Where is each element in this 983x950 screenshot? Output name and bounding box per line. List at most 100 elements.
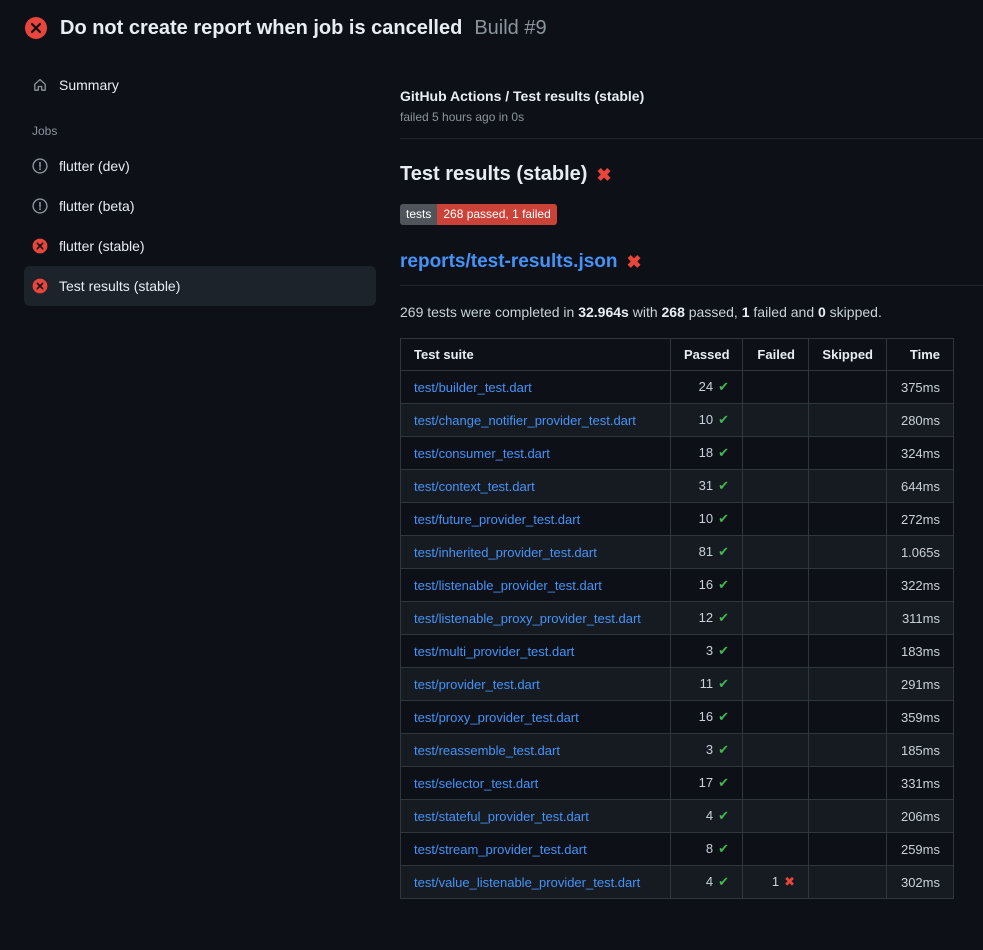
summary-label: Summary bbox=[59, 77, 119, 93]
divider bbox=[400, 138, 983, 139]
sidebar-item-flutter-dev[interactable]: flutter (dev) bbox=[24, 146, 376, 186]
time-cell: 185ms bbox=[887, 734, 954, 767]
skipped-cell bbox=[809, 866, 887, 899]
badge-label: tests bbox=[400, 204, 437, 225]
x-circle-icon bbox=[32, 238, 48, 254]
build-header: Do not create report when job is cancell… bbox=[0, 0, 983, 48]
passed-cell: 3✔ bbox=[671, 635, 743, 668]
table-row: test/listenable_provider_test.dart16✔322… bbox=[401, 569, 954, 602]
time-cell: 324ms bbox=[887, 437, 954, 470]
sidebar-item-flutter-beta[interactable]: flutter (beta) bbox=[24, 186, 376, 226]
test-suite-link[interactable]: test/stream_provider_test.dart bbox=[414, 842, 587, 857]
test-suite-link[interactable]: test/proxy_provider_test.dart bbox=[414, 710, 579, 725]
suite-cell: test/listenable_proxy_provider_test.dart bbox=[401, 602, 671, 635]
passed-count: 8 bbox=[706, 841, 713, 856]
suite-cell: test/value_listenable_provider_test.dart bbox=[401, 866, 671, 899]
failed-cell bbox=[743, 635, 809, 668]
table-row: test/listenable_proxy_provider_test.dart… bbox=[401, 602, 954, 635]
passed-count: 81 bbox=[699, 544, 713, 559]
table-row: test/inherited_provider_test.dart81✔1.06… bbox=[401, 536, 954, 569]
x-icon: ✖ bbox=[784, 874, 795, 889]
suite-cell: test/proxy_provider_test.dart bbox=[401, 701, 671, 734]
skipped-cell bbox=[809, 668, 887, 701]
report-file-link[interactable]: reports/test-results.json bbox=[400, 251, 618, 273]
summary-bold-value: 32.964s bbox=[578, 304, 629, 320]
x-circle-icon bbox=[32, 278, 48, 294]
test-suite-link[interactable]: test/builder_test.dart bbox=[414, 380, 532, 395]
page-title: Do not create report when job is cancell… bbox=[60, 17, 462, 40]
test-suite-link[interactable]: test/multi_provider_test.dart bbox=[414, 644, 574, 659]
check-icon: ✔ bbox=[718, 709, 729, 724]
time-cell: 331ms bbox=[887, 767, 954, 800]
passed-count: 24 bbox=[699, 379, 713, 394]
test-suite-link[interactable]: test/future_provider_test.dart bbox=[414, 512, 580, 527]
passed-cell: 8✔ bbox=[671, 833, 743, 866]
passed-cell: 16 ✔ bbox=[671, 701, 743, 734]
suite-cell: test/stateful_provider_test.dart bbox=[401, 800, 671, 833]
time-cell: 322ms bbox=[887, 569, 954, 602]
passed-cell: 10✔ bbox=[671, 503, 743, 536]
job-label: flutter (beta) bbox=[59, 198, 134, 214]
x-circle-fill-icon bbox=[24, 16, 48, 40]
check-icon: ✔ bbox=[718, 841, 729, 856]
test-suite-link[interactable]: test/listenable_provider_test.dart bbox=[414, 578, 602, 593]
run-status-line: failed 5 hours ago in 0s bbox=[400, 110, 983, 124]
sidebar-item-test-results-stable[interactable]: Test results (stable) bbox=[24, 266, 376, 306]
table-header-row: Test suitePassedFailedSkippedTime bbox=[401, 339, 954, 371]
test-suite-link[interactable]: test/provider_test.dart bbox=[414, 677, 540, 692]
test-suite-link[interactable]: test/context_test.dart bbox=[414, 479, 535, 494]
passed-cell: 24✔ bbox=[671, 371, 743, 404]
passed-count: 3 bbox=[706, 643, 713, 658]
suite-cell: test/multi_provider_test.dart bbox=[401, 635, 671, 668]
skipped-cell bbox=[809, 371, 887, 404]
breadcrumb: GitHub Actions / Test results (stable) bbox=[400, 88, 983, 104]
skipped-cell bbox=[809, 635, 887, 668]
suite-cell: test/reassemble_test.dart bbox=[401, 734, 671, 767]
test-suite-link[interactable]: test/stateful_provider_test.dart bbox=[414, 809, 589, 824]
suite-cell: test/stream_provider_test.dart bbox=[401, 833, 671, 866]
summary-bold-value: 268 bbox=[662, 304, 685, 320]
table-row: test/stream_provider_test.dart8✔259ms bbox=[401, 833, 954, 866]
test-suite-link[interactable]: test/inherited_provider_test.dart bbox=[414, 545, 597, 560]
skipped-cell bbox=[809, 569, 887, 602]
passed-count: 10 bbox=[699, 511, 713, 526]
section-title-text: Test results (stable) bbox=[400, 163, 587, 186]
passed-count: 16 bbox=[699, 709, 713, 724]
time-cell: 291ms bbox=[887, 668, 954, 701]
time-cell: 280ms bbox=[887, 404, 954, 437]
table-row: test/consumer_test.dart 18✔ 324ms bbox=[401, 437, 954, 470]
test-suite-link[interactable]: test/reassemble_test.dart bbox=[414, 743, 560, 758]
passed-cell: 18✔ bbox=[671, 437, 743, 470]
test-suite-link[interactable]: test/change_notifier_provider_test.dart bbox=[414, 413, 636, 428]
skipped-cell bbox=[809, 833, 887, 866]
check-icon: ✔ bbox=[718, 610, 729, 625]
test-suite-link[interactable]: test/value_listenable_provider_test.dart bbox=[414, 875, 640, 890]
check-icon: ✔ bbox=[718, 874, 729, 889]
test-suite-link[interactable]: test/listenable_proxy_provider_test.dart bbox=[414, 611, 641, 626]
column-header: Skipped bbox=[809, 339, 887, 371]
column-header: Failed bbox=[743, 339, 809, 371]
summary-text-segment: 269 tests were completed in bbox=[400, 304, 578, 320]
failed-x-icon: ✖ bbox=[627, 253, 642, 271]
sidebar-item-summary[interactable]: Summary bbox=[24, 72, 376, 98]
failed-cell bbox=[743, 800, 809, 833]
test-suite-link[interactable]: test/consumer_test.dart bbox=[414, 446, 550, 461]
passed-cell: 31✔ bbox=[671, 470, 743, 503]
time-cell: 644ms bbox=[887, 470, 954, 503]
summary-bold-value: 1 bbox=[742, 304, 750, 320]
table-row: test/context_test.dart 31✔ 644ms bbox=[401, 470, 954, 503]
test-suite-link[interactable]: test/selector_test.dart bbox=[414, 776, 538, 791]
skipped-cell bbox=[809, 734, 887, 767]
failed-count: 1 bbox=[772, 874, 779, 889]
sidebar-item-flutter-stable[interactable]: flutter (stable) bbox=[24, 226, 376, 266]
check-icon: ✔ bbox=[718, 643, 729, 658]
time-cell: 359ms bbox=[887, 701, 954, 734]
time-cell: 183ms bbox=[887, 635, 954, 668]
suite-cell: test/builder_test.dart bbox=[401, 371, 671, 404]
check-icon: ✔ bbox=[718, 676, 729, 691]
tests-badge: tests 268 passed, 1 failed bbox=[400, 204, 557, 225]
failed-cell bbox=[743, 536, 809, 569]
skipped-cell bbox=[809, 503, 887, 536]
suite-cell: test/context_test.dart bbox=[401, 470, 671, 503]
check-icon: ✔ bbox=[718, 577, 729, 592]
